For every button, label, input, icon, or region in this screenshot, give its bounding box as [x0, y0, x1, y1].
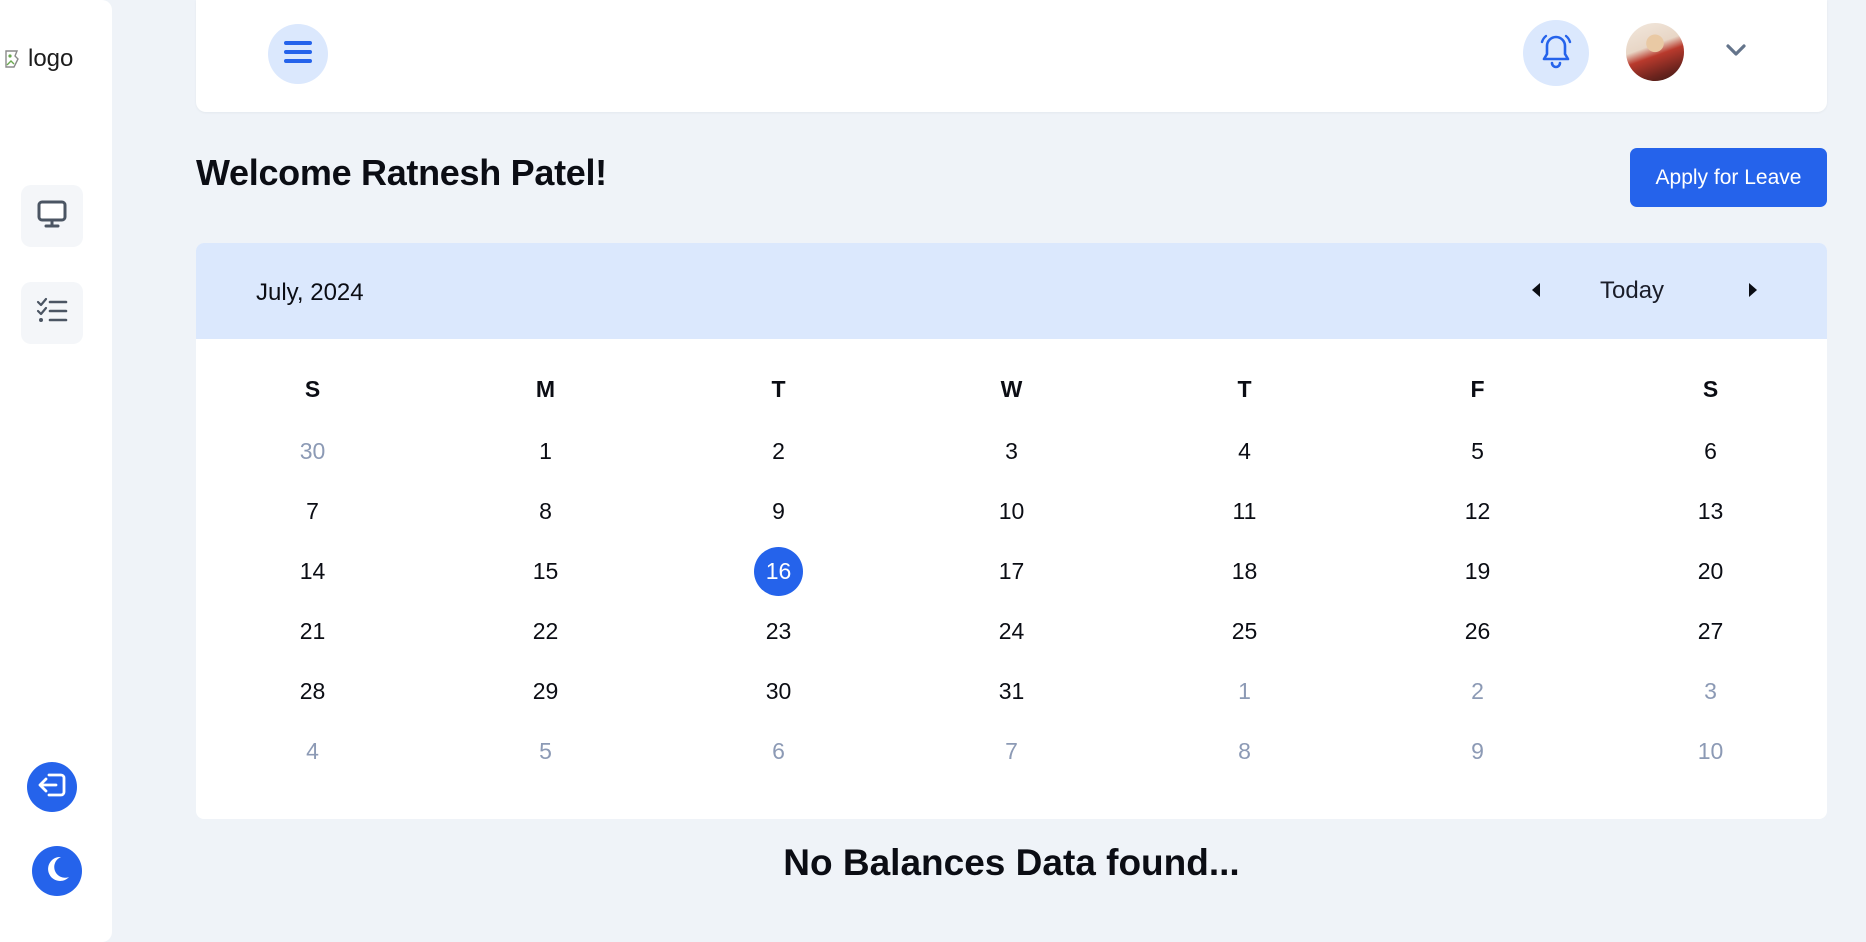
chevron-down-icon	[1725, 43, 1747, 62]
hamburger-icon	[283, 38, 313, 71]
calendar-day[interactable]: 6	[754, 727, 803, 776]
calendar-day[interactable]: 2	[1453, 667, 1502, 716]
page-title: Welcome Ratnesh Patel!	[196, 152, 607, 193]
monitor-icon	[37, 200, 67, 233]
calendar-week-row: 28 29 30 31 1 2 3	[196, 661, 1827, 721]
checklist-icon	[36, 297, 68, 330]
bell-icon	[1538, 32, 1574, 75]
calendar-day[interactable]: 26	[1453, 607, 1502, 656]
calendar-week-row: 30 1 2 3 4 5 6	[196, 421, 1827, 481]
calendar-day[interactable]: 23	[754, 607, 803, 656]
calendar-day[interactable]: 21	[288, 607, 337, 656]
calendar-day[interactable]: 14	[288, 547, 337, 596]
moon-icon	[42, 854, 72, 889]
calendar-day[interactable]: 24	[987, 607, 1036, 656]
calendar-grid: SMTWTFS 30 1 2 3 4 5 6 7 8 9 10 11 12 13 14 15 16 17 18 19 2…	[196, 339, 1827, 781]
calendar-day[interactable]: 9	[1453, 727, 1502, 776]
sidebar: logo	[0, 0, 112, 942]
menu-toggle-button[interactable]	[268, 24, 328, 84]
next-month-button[interactable]	[1741, 277, 1765, 307]
logo-alt-text: logo	[28, 45, 74, 72]
top-bar	[196, 0, 1827, 112]
weekday-label: M	[535, 375, 556, 402]
sidebar-item-tasks[interactable]	[21, 282, 83, 344]
calendar-day[interactable]: 1	[521, 427, 570, 476]
logout-icon	[37, 771, 67, 804]
logo[interactable]: logo	[4, 45, 73, 73]
calendar-day[interactable]: 29	[521, 667, 570, 716]
theme-toggle-button[interactable]	[32, 846, 82, 896]
calendar-month-title: July, 2024	[256, 279, 364, 306]
calendar-day[interactable]: 18	[1220, 547, 1269, 596]
weekday-label: S	[304, 375, 321, 402]
calendar-day[interactable]: 7	[288, 487, 337, 536]
calendar-day[interactable]: 17	[987, 547, 1036, 596]
caret-left-icon	[1531, 282, 1541, 303]
calendar-day[interactable]: 3	[1686, 667, 1735, 716]
calendar-day[interactable]: 4	[1220, 427, 1269, 476]
calendar-day[interactable]: 31	[987, 667, 1036, 716]
calendar-day[interactable]: 12	[1453, 487, 1502, 536]
apply-for-leave-button[interactable]: Apply for Leave	[1630, 148, 1827, 207]
notifications-button[interactable]	[1523, 20, 1589, 86]
calendar-day[interactable]: 15	[521, 547, 570, 596]
user-avatar[interactable]	[1626, 23, 1684, 81]
calendar-week-row: 21 22 23 24 25 26 27	[196, 601, 1827, 661]
calendar-week-row: 7 8 9 10 11 12 13	[196, 481, 1827, 541]
caret-right-icon	[1748, 282, 1758, 303]
weekday-label: T	[771, 375, 786, 402]
calendar-week-row: 14 15 16 17 18 19 20	[196, 541, 1827, 601]
calendar: July, 2024 Today SMTWTFS 30 1 2 3 4 5 6 7 8 9 10 11…	[196, 243, 1827, 819]
calendar-day[interactable]: 20	[1686, 547, 1735, 596]
calendar-header: July, 2024 Today	[196, 243, 1827, 339]
today-button[interactable]: Today	[1600, 277, 1664, 305]
calendar-day[interactable]: 1	[1220, 667, 1269, 716]
calendar-day[interactable]: 8	[1220, 727, 1269, 776]
calendar-day[interactable]: 5	[521, 727, 570, 776]
previous-month-button[interactable]	[1524, 277, 1548, 307]
calendar-day[interactable]: 4	[288, 727, 337, 776]
calendar-day[interactable]: 19	[1453, 547, 1502, 596]
calendar-day[interactable]: 22	[521, 607, 570, 656]
calendar-day[interactable]: 27	[1686, 607, 1735, 656]
weekday-header-row: SMTWTFS	[196, 357, 1827, 421]
calendar-week-row: 4 5 6 7 8 9 10	[196, 721, 1827, 781]
calendar-day[interactable]: 5	[1453, 427, 1502, 476]
calendar-day[interactable]: 13	[1686, 487, 1735, 536]
calendar-day[interactable]: 10	[987, 487, 1036, 536]
calendar-day[interactable]: 11	[1220, 487, 1269, 536]
calendar-day[interactable]: 2	[754, 427, 803, 476]
profile-dropdown-button[interactable]	[1724, 40, 1748, 64]
logout-button[interactable]	[27, 762, 77, 812]
calendar-day[interactable]: 6	[1686, 427, 1735, 476]
sidebar-item-dashboard[interactable]	[21, 185, 83, 247]
calendar-day[interactable]: 28	[288, 667, 337, 716]
weekday-label: S	[1702, 375, 1719, 402]
calendar-day[interactable]: 7	[987, 727, 1036, 776]
calendar-day[interactable]: 30	[754, 667, 803, 716]
calendar-day[interactable]: 3	[987, 427, 1036, 476]
weekday-label: F	[1470, 375, 1485, 402]
weekday-label: T	[1237, 375, 1252, 402]
calendar-day[interactable]: 25	[1220, 607, 1269, 656]
balances-empty-message: No Balances Data found...	[783, 842, 1240, 883]
calendar-day-today[interactable]: 16	[754, 546, 803, 596]
calendar-day[interactable]: 8	[521, 487, 570, 536]
calendar-day[interactable]: 30	[288, 427, 337, 476]
weekday-label: W	[1000, 375, 1023, 402]
broken-image-icon	[4, 48, 26, 70]
calendar-day[interactable]: 9	[754, 487, 803, 536]
calendar-day[interactable]: 10	[1686, 727, 1735, 776]
